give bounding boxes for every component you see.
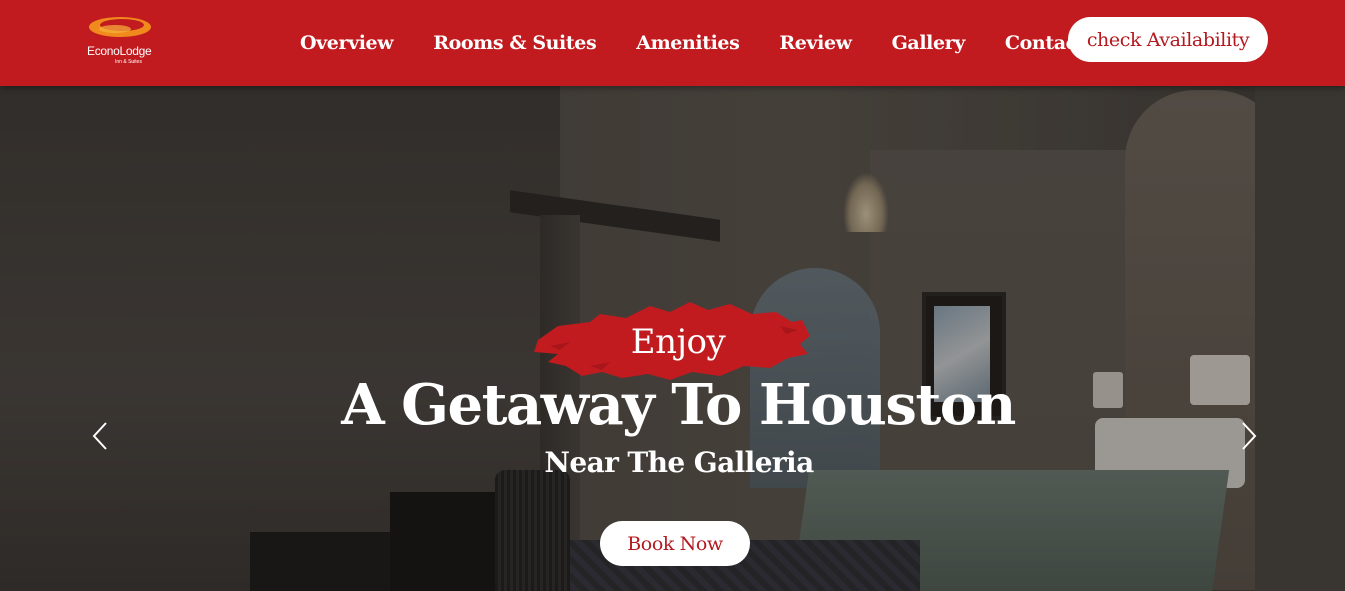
econolodge-swoosh-logo-icon	[89, 17, 151, 37]
nav-item-review[interactable]: Review	[779, 32, 852, 54]
hero-subtitle: Near The Galleria	[544, 446, 814, 479]
check-availability-button[interactable]: check Availability	[1068, 17, 1268, 62]
nav-item-gallery[interactable]: Gallery	[892, 32, 966, 54]
brand-logo[interactable]: EconoLodge Inn & Suites	[85, 12, 161, 72]
main-nav: Overview Rooms & Suites Amenities Review…	[300, 0, 1118, 86]
nav-item-rooms-suites[interactable]: Rooms & Suites	[433, 32, 596, 54]
nav-item-overview[interactable]: Overview	[300, 32, 394, 54]
hero-title: A Getaway To Houston	[341, 372, 1016, 438]
brand-tagline: Inn & Suites	[115, 59, 142, 65]
site-header: EconoLodge Inn & Suites Overview Rooms &…	[0, 0, 1345, 86]
brand-name: EconoLodge	[87, 44, 152, 58]
nav-item-amenities[interactable]: Amenities	[636, 32, 740, 54]
book-now-button[interactable]: Book Now	[600, 521, 750, 566]
chevron-left-icon[interactable]	[89, 420, 113, 452]
page: EconoLodge Inn & Suites Overview Rooms &…	[0, 0, 1345, 591]
hero-kicker: Enjoy	[630, 322, 726, 362]
chevron-right-icon[interactable]	[1236, 420, 1260, 452]
